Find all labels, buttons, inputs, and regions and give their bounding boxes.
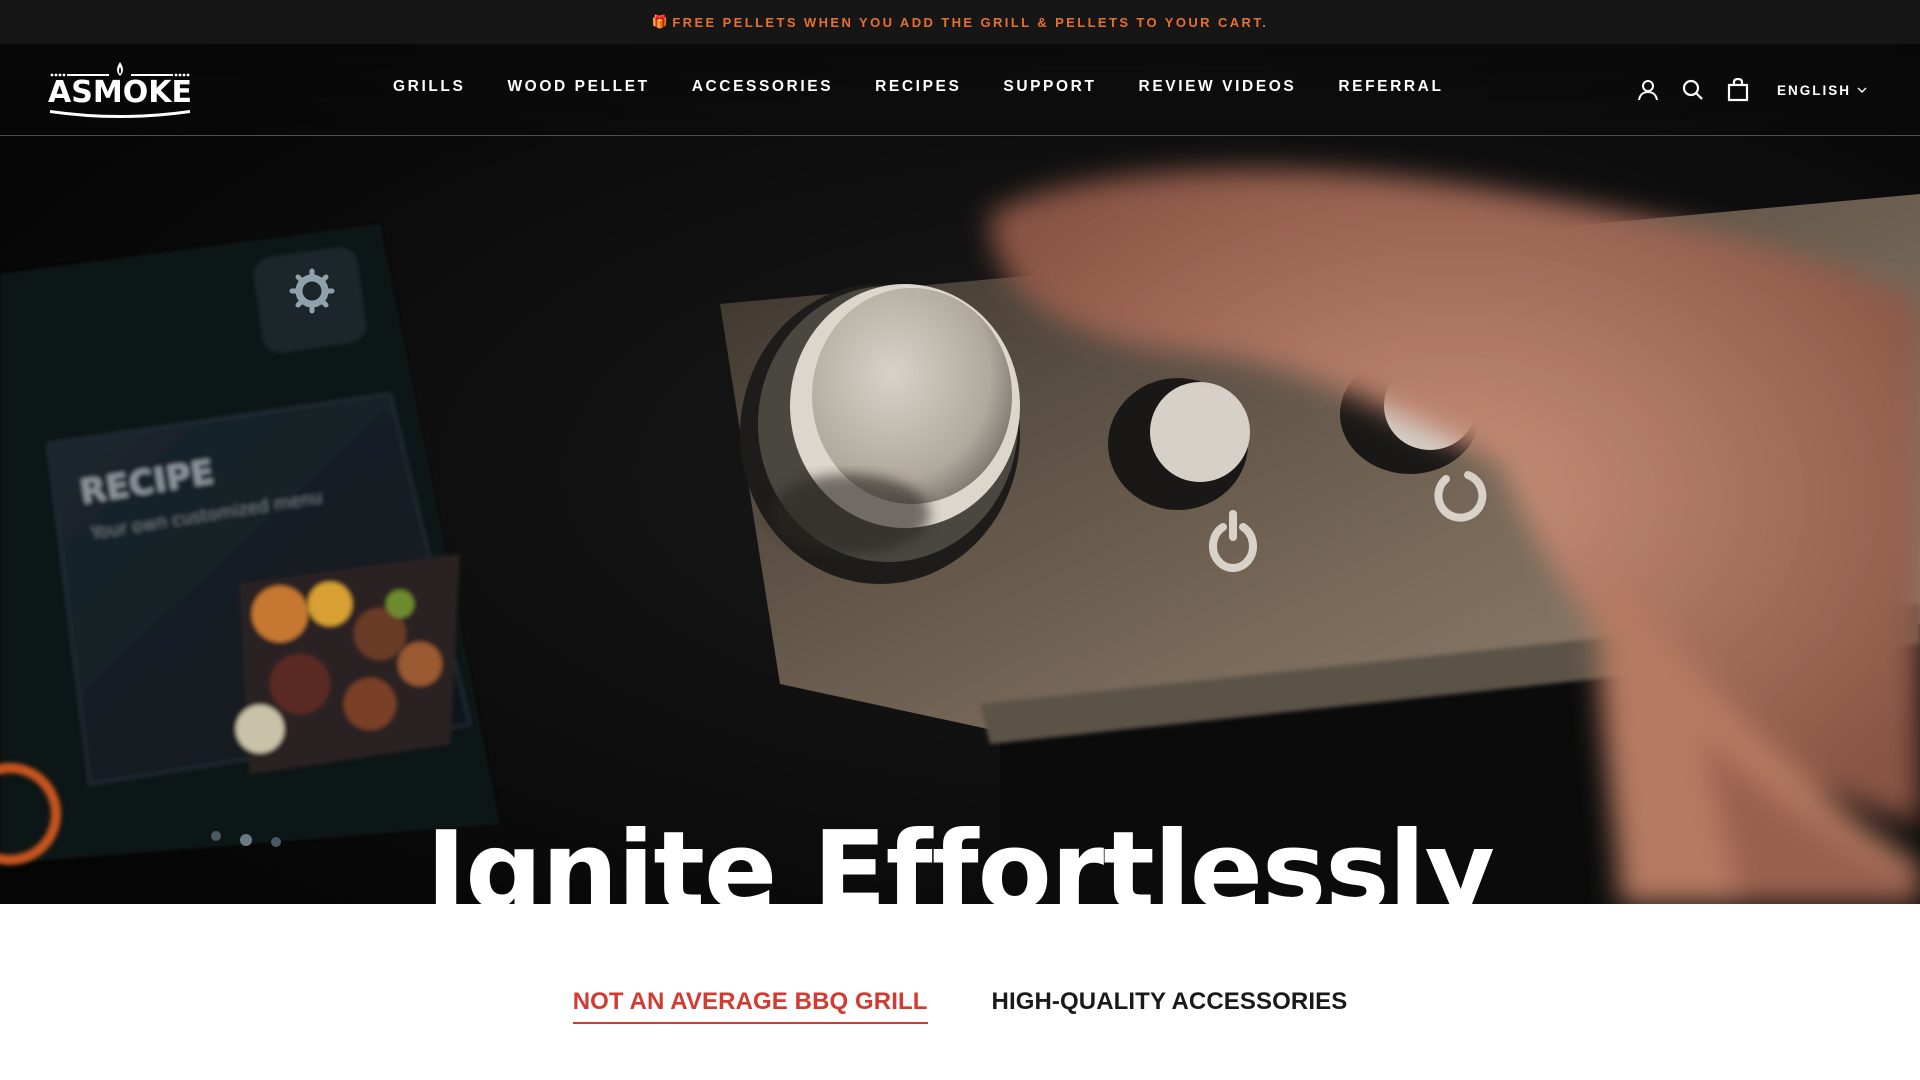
tab-high-quality-accessories[interactable]: HIGH-QUALITY ACCESSORIES	[992, 988, 1348, 1024]
site-header: ASMOKE GRILLS WOOD PELLET ACCESSORIES RE…	[0, 44, 1920, 136]
logo-text: ASMOKE	[48, 75, 192, 110]
nav-review-videos[interactable]: REVIEW VIDEOS	[1139, 78, 1297, 96]
hero-title: Ignite Effortlessly	[426, 809, 1495, 904]
cart-icon[interactable]	[1724, 76, 1752, 104]
nav-grills[interactable]: GRILLS	[393, 78, 465, 96]
language-selector[interactable]: ENGLISH	[1777, 83, 1867, 98]
nav-wood-pellet[interactable]: WOOD PELLET	[507, 78, 649, 96]
announcement-bar: 🎁 FREE PELLETS WHEN YOU ADD THE GRILL & …	[0, 0, 1920, 44]
nav-referral[interactable]: REFERRAL	[1338, 78, 1443, 96]
nav-accessories[interactable]: ACCESSORIES	[692, 78, 833, 96]
nav-support[interactable]: SUPPORT	[1003, 78, 1096, 96]
account-icon[interactable]	[1634, 76, 1662, 104]
announcement-text: FREE PELLETS WHEN YOU ADD THE GRILL & PE…	[672, 14, 1269, 30]
tab-not-average-bbq-grill[interactable]: NOT AN AVERAGE BBQ GRILL	[572, 988, 928, 1024]
gift-icon: 🎁	[651, 14, 671, 29]
main-navigation: GRILLS WOOD PELLET ACCESSORIES RECIPES S…	[393, 78, 1444, 96]
search-icon[interactable]	[1679, 76, 1707, 104]
hero-background-image: RECIPE Your own customized menu	[0, 44, 1920, 904]
hero-banner[interactable]: RECIPE Your own customized menu Ignite E…	[0, 44, 1920, 904]
feature-tabs: NOT AN AVERAGE BBQ GRILL HIGH-QUALITY AC…	[0, 988, 1920, 1024]
nav-recipes[interactable]: RECIPES	[875, 78, 961, 96]
header-actions: ENGLISH	[1634, 76, 1867, 104]
chevron-down-icon	[1857, 87, 1867, 93]
screen-gear-icon	[289, 268, 335, 314]
language-label: ENGLISH	[1777, 82, 1852, 98]
asmoke-logo[interactable]: ASMOKE	[48, 58, 192, 118]
